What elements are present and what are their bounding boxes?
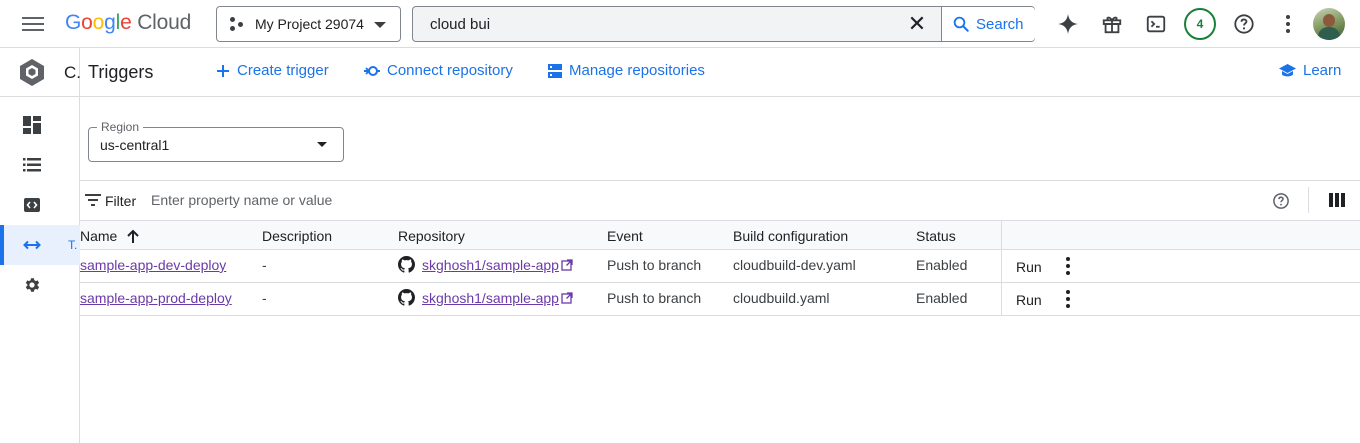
triggers-arrow-icon: [23, 240, 41, 250]
avatar[interactable]: [1313, 8, 1345, 40]
trigger-name-link[interactable]: sample-app-dev-deploy: [80, 257, 226, 273]
trigger-build-config: cloudbuild.yaml: [733, 290, 830, 306]
rail-item-dashboard[interactable]: [0, 105, 80, 145]
trigger-event: Push to branch: [607, 290, 702, 306]
filter-label: Filter: [105, 193, 137, 209]
chevron-down-icon: [374, 22, 386, 28]
page-header: Triggers Create trigger Connect reposito…: [80, 48, 1360, 97]
dashboard-icon: [23, 116, 41, 134]
add-icon: [217, 64, 229, 77]
search-icon: [953, 16, 969, 32]
repository-link[interactable]: skghosh1/sample-app: [398, 256, 573, 273]
rail-item-history[interactable]: [0, 145, 80, 185]
notifications-badge[interactable]: 4: [1184, 8, 1216, 40]
manage-repositories-button[interactable]: Manage repositories: [548, 62, 705, 79]
project-name: My Project 29074: [255, 16, 364, 32]
code-icon: [24, 198, 40, 212]
more-vert-icon[interactable]: [1058, 289, 1078, 309]
trigger-status: Enabled: [916, 290, 968, 306]
repository-link-text: skghosh1/sample-app: [422, 256, 559, 273]
product-name: C.: [64, 63, 81, 82]
settings-gear-icon: [25, 278, 40, 292]
learn-label: Learn: [1303, 62, 1342, 79]
table-row: sample-app-dev-deploy - skghosh1/sample-…: [80, 250, 1360, 283]
trigger-status: Enabled: [916, 257, 968, 273]
repository-link-text: skghosh1/sample-app: [422, 289, 559, 306]
column-header-event: Event: [607, 228, 643, 244]
search-button[interactable]: Search: [941, 7, 1035, 41]
table-header: Name Description Repository Event Build …: [80, 221, 1360, 250]
column-header-build-configuration: Build configuration: [733, 228, 849, 244]
connect-icon: [364, 65, 380, 76]
google-cloud-logo[interactable]: Google Cloud: [65, 11, 191, 35]
more-vert-icon[interactable]: [1276, 12, 1300, 36]
help-icon[interactable]: [1272, 192, 1290, 210]
connect-repository-button[interactable]: Connect repository: [364, 62, 513, 79]
run-button[interactable]: Run: [1016, 259, 1042, 275]
menu-icon[interactable]: [22, 14, 44, 34]
trigger-name-link[interactable]: sample-app-prod-deploy: [80, 290, 232, 306]
column-display-icon[interactable]: [1329, 193, 1345, 207]
open-in-new-icon: [561, 258, 573, 271]
chevron-down-icon: [317, 142, 327, 147]
create-trigger-button[interactable]: Create trigger: [216, 62, 329, 79]
school-icon: [1279, 63, 1296, 76]
more-vert-icon[interactable]: [1058, 256, 1078, 276]
project-picker[interactable]: My Project 29074: [216, 6, 401, 42]
rail-item-repositories[interactable]: [0, 185, 80, 225]
filter-icon: [85, 194, 101, 206]
logo-cloud-text: Cloud: [137, 11, 192, 34]
connect-repository-label: Connect repository: [387, 62, 513, 79]
column-header-description: Description: [262, 228, 333, 244]
open-in-new-icon: [561, 291, 573, 304]
arrow-up-icon: [127, 229, 139, 243]
repository-link[interactable]: skghosh1/sample-app: [398, 289, 573, 306]
column-header-repository: Repository: [398, 228, 465, 244]
table-row: sample-app-prod-deploy - skghosh1/sample…: [80, 283, 1360, 316]
rail-item-triggers-label: T.: [68, 238, 78, 252]
search-input[interactable]: [414, 8, 924, 40]
project-dots-icon: [229, 16, 245, 32]
github-icon: [398, 289, 415, 306]
search-button-label: Search: [976, 15, 1024, 33]
region-value: us-central1: [100, 137, 170, 153]
create-trigger-label: Create trigger: [237, 62, 329, 79]
close-icon[interactable]: ✕: [905, 12, 929, 36]
column-header-status: Status: [916, 228, 956, 244]
rail-divider: [0, 96, 80, 97]
help-icon[interactable]: [1232, 12, 1256, 36]
rail-item-triggers[interactable]: T.: [0, 225, 80, 265]
triggers-table: Name Description Repository Event Build …: [80, 221, 1360, 316]
gift-icon[interactable]: [1100, 12, 1124, 36]
trigger-description: -: [262, 290, 267, 306]
filter-bar: Filter: [80, 180, 1360, 221]
region-label: Region: [97, 120, 144, 134]
learn-button[interactable]: Learn: [1279, 62, 1341, 79]
logo-google-text: Google: [65, 11, 132, 34]
history-list-icon: [23, 158, 41, 172]
github-icon: [398, 256, 415, 273]
gemini-sparkle-icon[interactable]: [1056, 12, 1080, 36]
cloud-build-logo-icon: [20, 59, 44, 86]
trigger-build-config: cloudbuild-dev.yaml: [733, 257, 856, 273]
trigger-event: Push to branch: [607, 257, 702, 273]
column-header-name[interactable]: Name: [80, 228, 140, 244]
manage-repositories-label: Manage repositories: [569, 62, 705, 79]
filter-input[interactable]: [151, 189, 751, 211]
search-bar: ✕ Search: [412, 6, 1035, 42]
cloud-shell-icon[interactable]: [1144, 12, 1168, 36]
filter-divider: [1308, 187, 1309, 213]
region-select[interactable]: Region us-central1: [88, 120, 344, 162]
storage-icon: [548, 63, 562, 78]
rail-item-settings[interactable]: [0, 265, 80, 305]
top-bar: Google Cloud My Project 29074 ✕ Search 4: [0, 0, 1360, 48]
trigger-description: -: [262, 257, 267, 273]
run-button[interactable]: Run: [1016, 292, 1042, 308]
left-rail: C. T.: [0, 48, 81, 443]
page-title: Triggers: [88, 62, 154, 82]
